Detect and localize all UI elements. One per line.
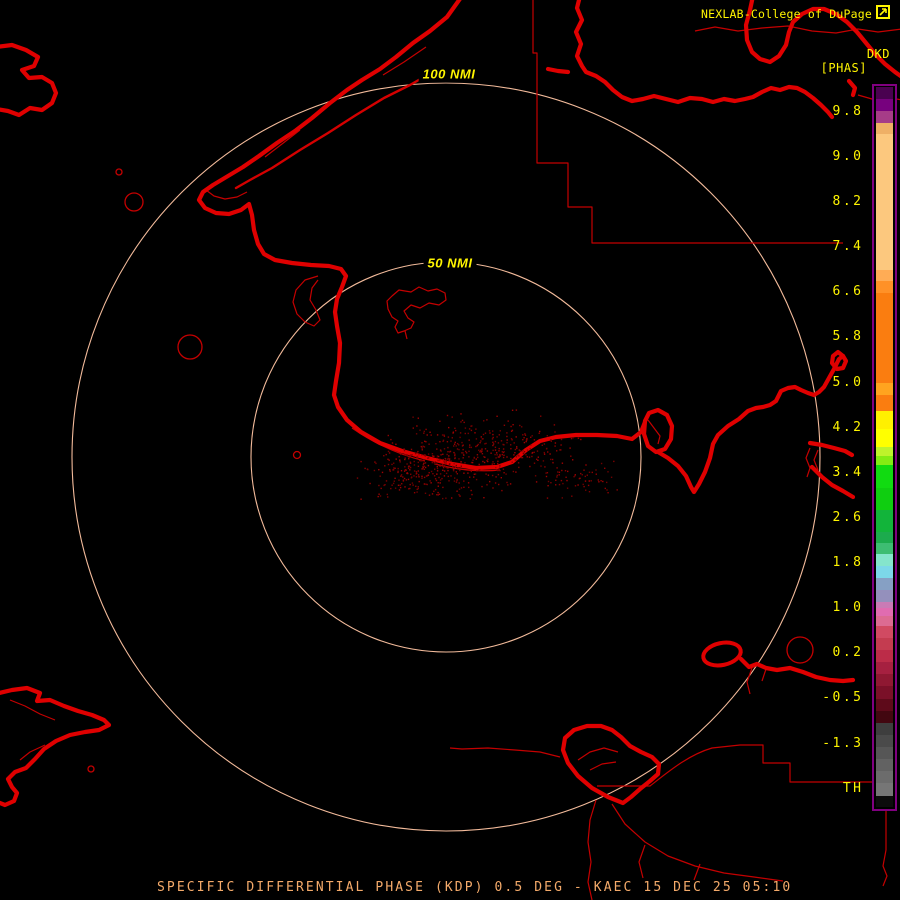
color-scale-segment: [876, 699, 893, 711]
color-scale-segment: [876, 566, 893, 578]
color-scale-segment: [876, 796, 893, 807]
color-scale-segment: [876, 87, 893, 99]
color-scale-segment: [876, 281, 893, 293]
color-scale-segment: [876, 134, 893, 270]
color-scale-tick-label: 7.4: [832, 239, 864, 254]
color-scale-segment: [876, 99, 893, 111]
color-scale-segment: [876, 488, 893, 510]
color-scale-segment: [876, 723, 893, 735]
color-scale-segment: [876, 532, 893, 543]
header-title-text: NEXLAB-College of DuPage: [701, 6, 872, 21]
color-scale-segment: [876, 123, 893, 134]
color-scale-tick-label: 1.0: [832, 600, 864, 615]
color-scale-segment: [876, 686, 893, 699]
color-scale-tick-label: 9.0: [832, 149, 864, 164]
color-scale-tick-label: -0.5: [822, 690, 864, 705]
map-boundary-lines: [9, 0, 900, 900]
product-id-label: DKD: [866, 47, 890, 61]
color-scale-segment: [876, 510, 893, 532]
color-scale-segment: [876, 554, 893, 566]
range-rings: [71, 82, 821, 832]
color-scale-segment: [876, 447, 893, 456]
color-scale-segment: [876, 711, 893, 723]
color-scale-segment: [876, 771, 893, 783]
color-scale-tick-label: 0.2: [832, 645, 864, 660]
color-scale-segment: [876, 270, 893, 281]
color-scale-tick-label: 5.0: [832, 375, 864, 390]
color-scale-segment: [876, 590, 893, 602]
color-scale-segment: [876, 759, 893, 771]
color-scale-tick-label: 6.6: [832, 284, 864, 299]
color-scale-tick-label: 2.6: [832, 510, 864, 525]
color-scale-segment: [876, 650, 893, 662]
radar-map-canvas: [0, 0, 900, 900]
color-scale-segment: [876, 429, 893, 447]
cod-logo-icon: [876, 5, 890, 22]
color-scale-segment: [876, 735, 893, 747]
color-scale-tick-label: -1.3: [822, 736, 864, 751]
product-units-label: [PHAS]: [820, 61, 867, 75]
color-scale-segment: [876, 662, 893, 674]
color-scale-segment: [876, 608, 893, 616]
color-scale-segment: [876, 626, 893, 638]
color-scale-segment: [876, 456, 893, 465]
color-scale-segment: [876, 783, 893, 796]
color-scale-segment: [876, 395, 893, 411]
color-scale-bar: [872, 84, 897, 811]
color-scale-segment: [876, 111, 893, 123]
coastline-lines: [0, 0, 900, 808]
color-scale-segment: [876, 638, 893, 650]
radar-echo-speckles: [356, 409, 618, 500]
color-scale-tick-label: 3.4: [832, 465, 864, 480]
outer-range-ring-label: 100 NMI: [418, 65, 480, 83]
header-title: NEXLAB-College of DuPage: [701, 5, 890, 22]
color-scale-tick-label: 5.8: [832, 329, 864, 344]
color-scale-segment: [876, 674, 893, 686]
radar-display: 100 NMI 50 NMI NEXLAB-College of DuPage …: [0, 0, 900, 900]
color-scale-segment: [876, 411, 893, 429]
product-footer-text: SPECIFIC DIFFERENTIAL PHASE (KDP) 0.5 DE…: [157, 880, 793, 895]
color-scale-segment: [876, 543, 893, 554]
color-scale-segment: [876, 383, 893, 395]
color-scale-tick-label: 1.8: [832, 555, 864, 570]
color-scale-segment: [876, 465, 893, 488]
color-scale-tick-label: TH: [842, 781, 864, 796]
color-scale-tick-label: 9.8: [832, 104, 864, 119]
inner-range-ring-label: 50 NMI: [423, 254, 477, 272]
color-scale-tick-label: 8.2: [832, 194, 864, 209]
color-scale-segment: [876, 616, 893, 626]
color-scale-segment: [876, 747, 893, 759]
color-scale-tick-label: 4.2: [832, 420, 864, 435]
color-scale-segment: [876, 578, 893, 590]
color-scale-segment: [876, 293, 893, 383]
